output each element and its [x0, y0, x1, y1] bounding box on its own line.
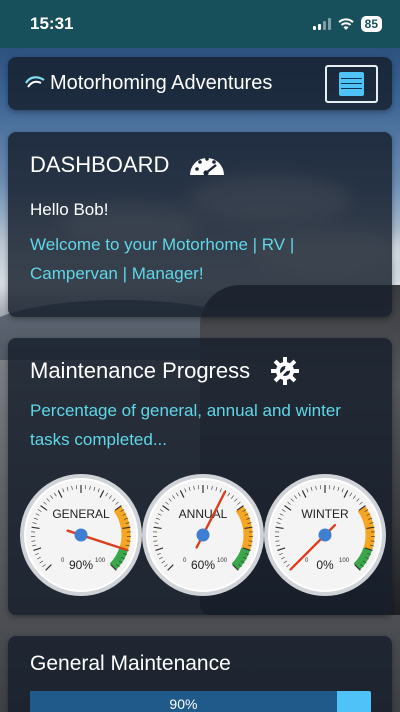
wifi-icon — [337, 18, 354, 30]
gauge-winter: 0 100 WINTER 0% — [262, 472, 388, 598]
gauge-hub — [196, 528, 210, 542]
logo-icon — [25, 75, 45, 88]
gauge-value: 90% — [69, 558, 93, 572]
gauge-label: ANNUAL — [179, 507, 228, 521]
battery-icon: 85 — [360, 16, 382, 32]
gear-wrench-icon — [271, 357, 300, 385]
app-title: Motorhoming Adventures — [50, 72, 273, 94]
speedometer-icon — [190, 157, 225, 176]
gauge-row: 0 100 GENERAL 90% 0 100 ANNUAL 60% 0 100 WINTER 0% — [18, 472, 386, 598]
general-maintenance-title: General Maintenance — [30, 652, 231, 675]
gauge-max-label: 100 — [217, 558, 228, 564]
general-maintenance-card: General Maintenance 90% — [8, 636, 392, 712]
gauge-max-label: 100 — [339, 558, 350, 564]
general-progress-bar: 90% — [30, 691, 371, 712]
gauge-hub — [74, 528, 88, 542]
gauge-dial: 0 100WINTER0% — [264, 474, 386, 596]
dashboard-title: DASHBOARD — [30, 152, 370, 178]
status-time: 15:31 — [30, 14, 74, 33]
gauge-value: 0% — [316, 558, 334, 572]
dashboard-card: DASHBOARD Hello Bob! Welcome to your Mot… — [8, 132, 392, 317]
gauge-label: WINTER — [301, 507, 349, 521]
gauge-general: 0 100 GENERAL 90% — [18, 472, 144, 598]
greeting-text: Hello Bob! — [30, 200, 109, 219]
dashboard-heading: DASHBOARD — [30, 152, 170, 177]
welcome-text: Welcome to your Motorhome | RV | Camperv… — [30, 235, 295, 283]
gauge-hub — [318, 528, 332, 542]
maintenance-heading: Maintenance Progress — [30, 358, 251, 383]
gauge-annual: 0 100 ANNUAL 60% — [140, 472, 266, 598]
app-header: Motorhoming Adventures — [8, 57, 392, 110]
menu-button[interactable] — [325, 64, 378, 103]
gauge-dial: 0 100ANNUAL60% — [142, 474, 264, 596]
gauge-value: 60% — [191, 558, 215, 572]
gauge-label: GENERAL — [52, 507, 110, 521]
gauge-max-label: 100 — [95, 558, 106, 564]
general-progress-fill: 90% — [30, 691, 337, 712]
maintenance-description: Percentage of general, annual and winter… — [30, 401, 341, 449]
brand[interactable]: Motorhoming Adventures — [24, 72, 272, 95]
status-icons: 85 — [312, 16, 382, 32]
hamburger-menu-icon — [339, 71, 364, 96]
maintenance-title: Maintenance Progress — [30, 356, 370, 386]
signal-icon — [312, 18, 331, 30]
status-bar: 15:31 85 — [0, 0, 400, 48]
gauge-dial: 0 100GENERAL90% — [20, 474, 142, 596]
